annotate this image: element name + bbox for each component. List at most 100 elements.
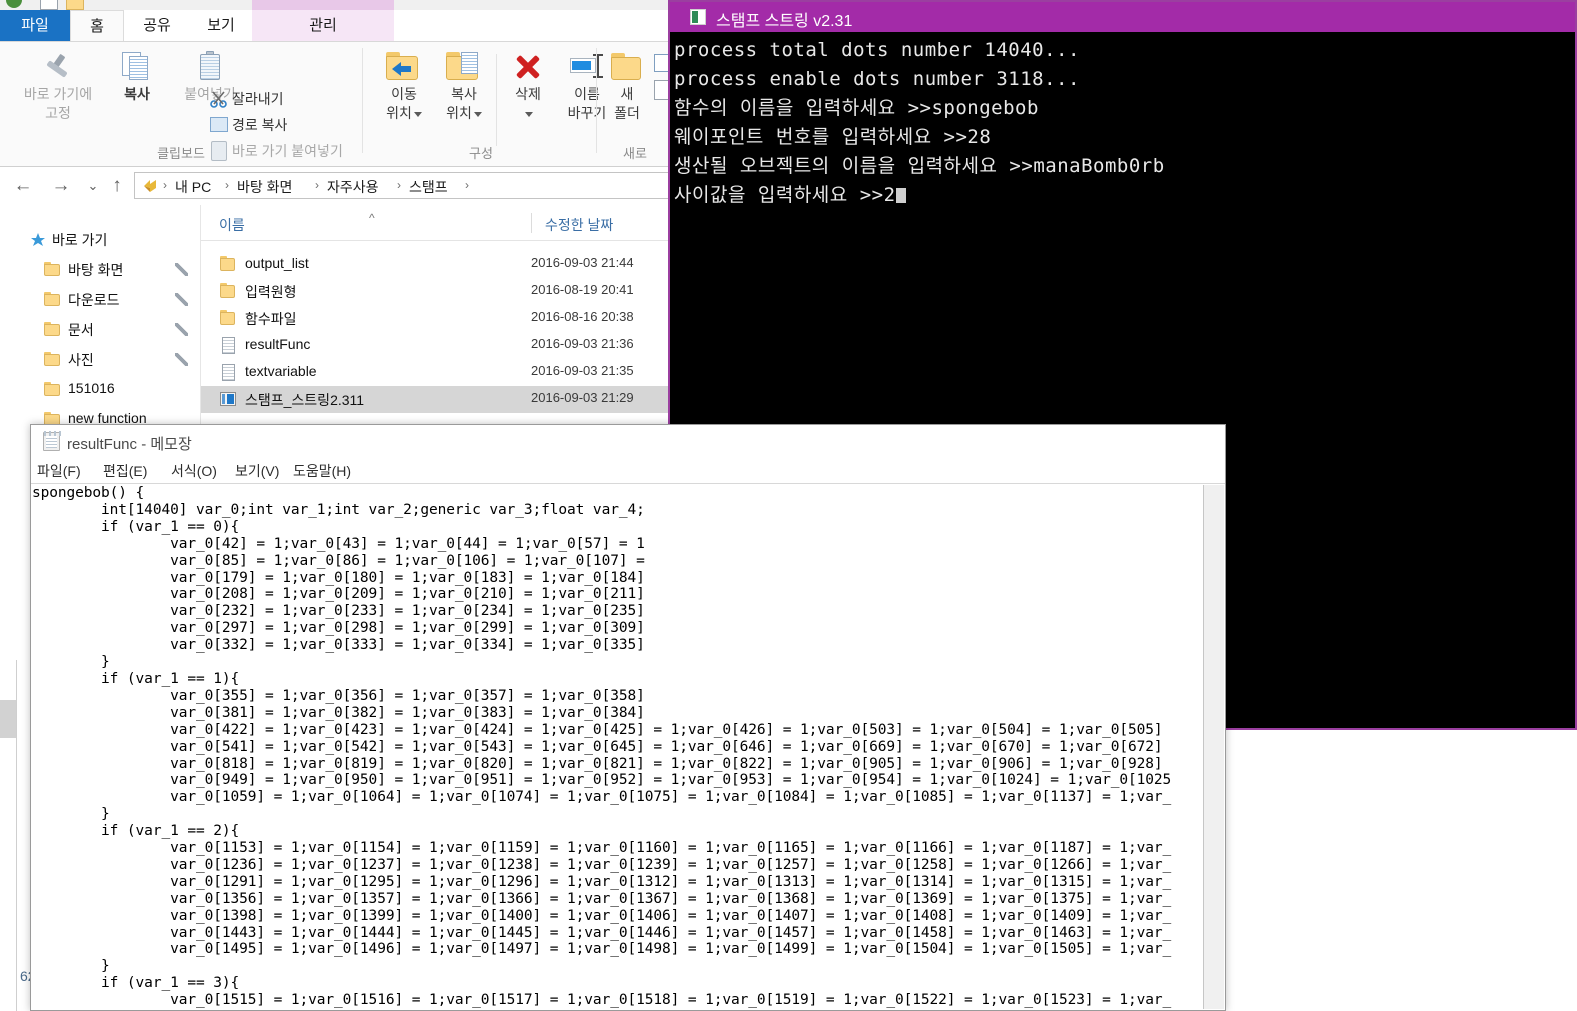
pictures-folder-icon	[44, 352, 61, 366]
code-line: var_0[1153] = 1;var_0[1154] = 1;var_0[11…	[32, 840, 1172, 857]
console-title-bar[interactable]: 스탬프 스트링 v2.31	[670, 2, 1575, 32]
delete-button[interactable]: 삭제	[500, 50, 556, 122]
move-to-button[interactable]: 이동 위치	[374, 50, 434, 122]
desktop-folder-icon	[44, 262, 61, 276]
file-name: output_list	[245, 255, 309, 271]
copy-to-label-line2: 위치	[434, 105, 494, 122]
menu-view[interactable]: 보기(V)	[235, 461, 279, 481]
file-date: 2016-09-03 21:35	[531, 363, 634, 378]
properties-icon[interactable]	[40, 0, 58, 10]
explorer-app-icon	[6, 0, 22, 8]
copy-path-button[interactable]: 경로 복사	[206, 112, 356, 138]
ribbon-group-organize: 이동 위치 복사 위치 삭제 이름 바꾸기 구성	[366, 42, 606, 166]
table-row[interactable]: resultFunc 2016-09-03 21:36	[201, 332, 670, 359]
sidebar-item-151016[interactable]: 151016	[0, 375, 200, 404]
application-file-icon	[219, 391, 237, 408]
copy-button[interactable]: 복사	[104, 50, 170, 103]
tab-share[interactable]: 공유	[124, 10, 190, 42]
code-line: var_0[541] = 1;var_0[542] = 1;var_0[543]…	[32, 738, 1163, 755]
move-to-chevron-down-icon[interactable]	[413, 111, 422, 117]
pin-indicator-icon[interactable]	[175, 323, 188, 336]
copy-label: 복사	[124, 86, 150, 102]
pin-indicator-icon[interactable]	[175, 293, 188, 306]
menu-help[interactable]: 도움말(H)	[293, 461, 351, 481]
organize-inner-divider	[496, 54, 497, 146]
back-button[interactable]: ←	[10, 173, 36, 199]
new-folder-quick-icon[interactable]	[66, 0, 84, 10]
new-folder-button[interactable]: 새 폴더	[600, 50, 654, 122]
new-folder-icon	[607, 50, 647, 84]
star-icon	[30, 232, 46, 253]
console-input-line[interactable]: 사이값을 입력하세요 >>2	[674, 181, 1575, 210]
code-line: if (var_1 == 1){	[32, 670, 240, 687]
column-divider[interactable]	[531, 213, 532, 233]
code-line: int[14040] var_0;int var_1;int var_2;gen…	[32, 501, 645, 518]
copy-to-label-line1: 복사	[451, 86, 477, 102]
delete-chevron-row[interactable]	[500, 105, 556, 122]
code-line: }	[32, 654, 110, 671]
code-line: }	[32, 958, 110, 975]
sidebar-label-documents: 문서	[68, 322, 94, 338]
move-to-label-line2: 위치	[374, 105, 434, 122]
tab-file[interactable]: 파일	[0, 10, 70, 42]
file-name: 스탬프_스트링2.311	[245, 392, 365, 408]
new-folder-label-line2: 폴더	[614, 105, 640, 121]
menu-edit[interactable]: 편집(E)	[103, 461, 147, 481]
menu-format[interactable]: 서식(O)	[171, 461, 217, 481]
delete-x-icon	[508, 50, 548, 84]
scrollbar-thumb[interactable]	[0, 700, 16, 738]
group-label-organize: 구성	[469, 146, 493, 161]
table-row[interactable]: 입력원형 2016-08-19 20:41	[201, 278, 670, 305]
scissors-icon	[210, 90, 228, 108]
console-line: 웨이포인트 번호를 입력하세요 >>28	[674, 126, 992, 148]
pin-label-line2: 고정	[45, 105, 71, 121]
breadcrumb-item-3[interactable]: 스탬프	[409, 177, 448, 197]
file-date: 2016-09-03 21:36	[531, 336, 634, 351]
copy-to-chevron-down-icon[interactable]	[473, 111, 482, 117]
notepad-text-area[interactable]: spongebob() { int[14040] var_0;int var_1…	[32, 485, 1203, 1009]
notepad-window[interactable]: resultFunc - 메모장 파일(F) 편집(E) 서식(O) 보기(V)…	[30, 424, 1226, 1011]
notepad-title-bar[interactable]: resultFunc - 메모장	[31, 425, 1225, 458]
notepad-vertical-scrollbar[interactable]	[1203, 485, 1224, 1009]
pin-to-quick-access-button[interactable]: 바로 가기에 고정	[10, 50, 106, 122]
sidebar-item-quick-access[interactable]: 바로 가기	[0, 225, 200, 254]
table-row[interactable]: output_list 2016-09-03 21:44	[201, 251, 670, 278]
explorer-vertical-scrollbar[interactable]	[0, 660, 17, 1011]
table-row[interactable]: 스탬프_스트링2.311 2016-09-03 21:29	[201, 386, 670, 413]
sidebar-item-documents[interactable]: 문서	[0, 315, 200, 344]
file-date: 2016-09-03 21:44	[531, 255, 634, 270]
table-row[interactable]: textvariable 2016-09-03 21:35	[201, 359, 670, 386]
breadcrumb-item-1[interactable]: 바탕 화면	[237, 177, 292, 197]
pin-indicator-icon[interactable]	[175, 263, 188, 276]
address-bar[interactable]: › 내 PC › 바탕 화면 › 자주사용 › 스탬프 ›	[134, 172, 670, 199]
menu-file[interactable]: 파일(F)	[37, 461, 81, 481]
cut-button[interactable]: 잘라내기	[206, 86, 356, 112]
tab-view[interactable]: 보기	[190, 10, 252, 42]
column-header-date[interactable]: 수정한 날짜	[545, 215, 613, 235]
cut-label: 잘라내기	[232, 91, 284, 107]
breadcrumb-item-0[interactable]: 내 PC	[175, 177, 211, 197]
copy-to-button[interactable]: 복사 위치	[434, 50, 494, 122]
manage-contextual-band	[252, 0, 394, 10]
table-row[interactable]: 함수파일 2016-08-16 20:38	[201, 305, 670, 332]
forward-button[interactable]: →	[48, 173, 74, 199]
column-headers: 이름 ^ 수정한 날짜	[201, 205, 670, 241]
customize-qat-chevron-icon[interactable]	[92, 0, 108, 8]
pin-indicator-icon[interactable]	[175, 353, 188, 366]
code-line: var_0[208] = 1;var_0[209] = 1;var_0[210]…	[32, 586, 645, 603]
column-header-name[interactable]: 이름	[219, 215, 245, 235]
code-line: var_0[422] = 1;var_0[423] = 1;var_0[424]…	[32, 721, 1163, 738]
console-line: process total dots number 14040...	[674, 39, 1080, 61]
breadcrumb-sep-1: ›	[225, 178, 229, 192]
sidebar-item-desktop[interactable]: 바탕 화면	[0, 255, 200, 284]
tab-home[interactable]: 홈	[70, 10, 124, 42]
sidebar-item-downloads[interactable]: 다운로드	[0, 285, 200, 314]
file-name: 입력원형	[245, 284, 297, 300]
tab-manage[interactable]: 관리	[252, 10, 394, 42]
sidebar-item-pictures[interactable]: 사진	[0, 345, 200, 374]
up-button[interactable]: ↑	[104, 173, 130, 199]
breadcrumb-item-2[interactable]: 자주사용	[327, 177, 379, 197]
code-line: var_0[1356] = 1;var_0[1357] = 1;var_0[13…	[32, 890, 1172, 907]
text-file-icon	[219, 337, 237, 354]
recent-locations-chevron-down-icon[interactable]: ⌄	[80, 173, 106, 199]
